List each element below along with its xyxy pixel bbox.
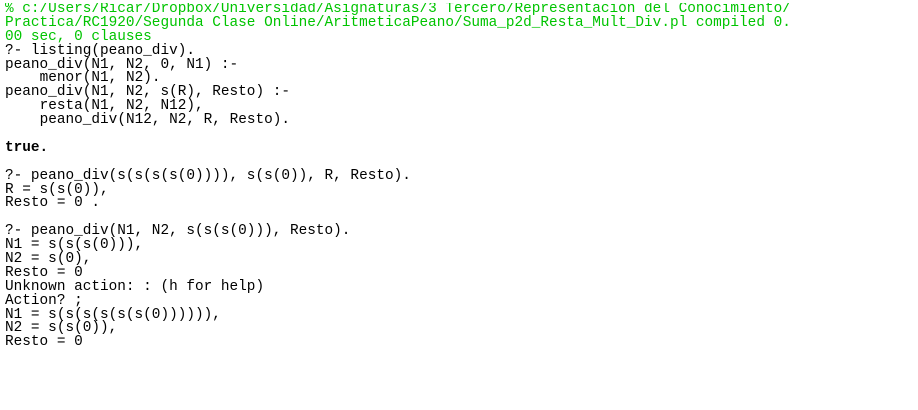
query-3-solution-1-n1: N1 = s(s(s(0))), — [5, 237, 144, 254]
prolog-console[interactable]: % c:/Users/Ricar/Dropbox/Universidad/Asi… — [5, 3, 917, 409]
query-3-solution-1-n2: N2 = s(0), — [5, 251, 92, 268]
clause-2-body-2: peano_div(N12, N2, R, Resto). — [39, 112, 291, 129]
query-3-solution-2-resto: Resto = 0 — [5, 334, 83, 351]
query-3-solution-2-n2: N2 = s(s(0)), — [5, 320, 118, 337]
query-2: ?- peano_div(s(s(s(s(0)))), s(s(0)), R, … — [5, 167, 411, 184]
query-3-solution-2-n1: N1 = s(s(s(s(s(s(0)))))), — [5, 306, 221, 323]
query-2-binding-r: R = s(s(0)), — [5, 181, 109, 198]
query-2-binding-resto: Resto = 0 . — [5, 195, 100, 212]
listing-result: true. — [5, 139, 49, 156]
unknown-action-message: Unknown action: : (h for help) — [5, 278, 265, 295]
